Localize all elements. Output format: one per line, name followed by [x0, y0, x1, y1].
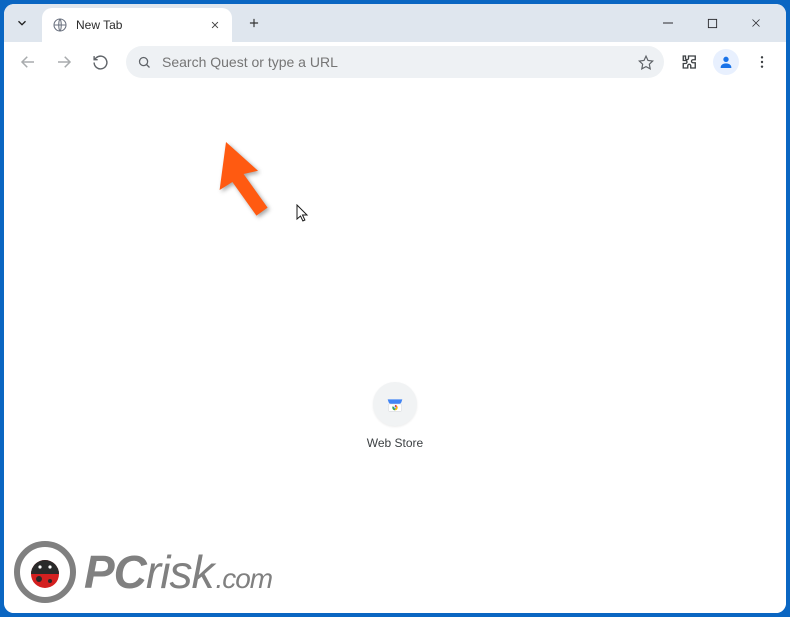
close-window-button[interactable]	[734, 8, 778, 38]
minimize-icon	[662, 17, 674, 29]
cursor-icon	[296, 204, 310, 222]
close-tab-button[interactable]	[206, 16, 224, 34]
arrow-up-left-icon	[202, 142, 282, 222]
web-store-icon	[384, 393, 406, 415]
person-icon	[718, 54, 734, 70]
arrow-right-icon	[55, 53, 73, 71]
reload-button[interactable]	[84, 46, 116, 78]
shortcut-bubble	[373, 382, 417, 426]
new-tab-page: Web Store	[4, 82, 786, 613]
titlebar: New Tab	[4, 4, 786, 42]
forward-button[interactable]	[48, 46, 80, 78]
maximize-icon	[707, 18, 718, 29]
watermark-badge	[14, 541, 76, 603]
star-icon	[638, 54, 654, 71]
chevron-down-icon	[15, 16, 29, 30]
close-icon	[210, 20, 220, 30]
mouse-cursor	[296, 204, 310, 222]
minimize-button[interactable]	[646, 8, 690, 38]
kebab-icon	[754, 54, 770, 70]
shortcut-web-store[interactable]: Web Store	[340, 382, 450, 450]
menu-button[interactable]	[746, 46, 778, 78]
reload-icon	[92, 54, 109, 71]
watermark-tld: .com	[215, 563, 272, 594]
annotation-arrow	[202, 142, 282, 222]
omnibox[interactable]	[126, 46, 664, 78]
watermark-brand-left: PC	[84, 546, 146, 598]
puzzle-icon	[681, 53, 699, 71]
browser-tab[interactable]: New Tab	[42, 8, 232, 42]
watermark-brand-right: risk	[146, 546, 214, 598]
watermark-text: PCrisk.com	[84, 545, 272, 599]
tab-title: New Tab	[76, 18, 206, 32]
extensions-button[interactable]	[674, 46, 706, 78]
globe-icon	[52, 17, 68, 33]
watermark: PCrisk.com	[14, 541, 272, 603]
plus-icon	[247, 16, 261, 30]
maximize-button[interactable]	[690, 8, 734, 38]
back-button[interactable]	[12, 46, 44, 78]
browser-window: New Tab	[4, 4, 786, 613]
ladybug-icon	[25, 552, 65, 592]
profile-button[interactable]	[710, 46, 742, 78]
address-input[interactable]	[162, 54, 628, 70]
close-icon	[750, 17, 762, 29]
bookmark-button[interactable]	[638, 54, 654, 70]
avatar	[713, 49, 739, 75]
shortcut-label: Web Store	[340, 436, 450, 450]
new-tab-button[interactable]	[240, 9, 268, 37]
arrow-left-icon	[19, 53, 37, 71]
toolbar	[4, 42, 786, 82]
search-icon	[136, 54, 152, 70]
search-tabs-button[interactable]	[8, 9, 36, 37]
